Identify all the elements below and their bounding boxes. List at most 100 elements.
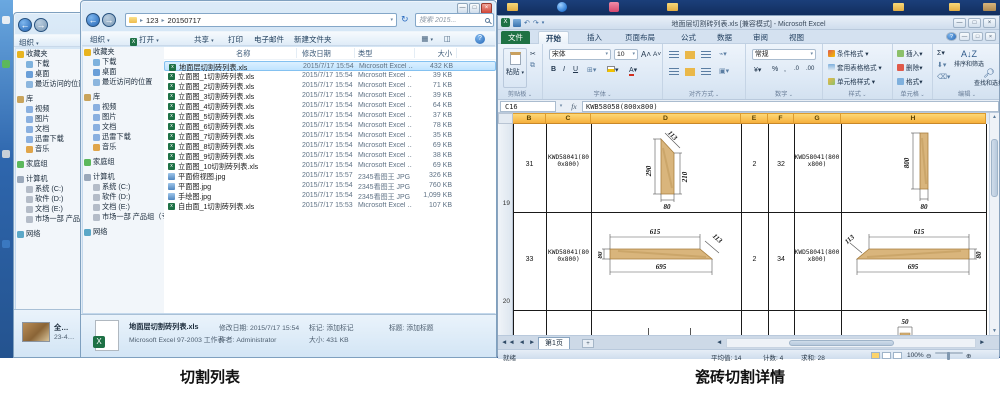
preview-pane-button[interactable]: ◫ <box>444 34 451 43</box>
scroll-up-icon[interactable]: ▲ <box>990 114 999 120</box>
sidebar-item[interactable]: 软件 (D:) <box>83 192 164 202</box>
breadcrumb-root[interactable]: 123 <box>146 16 159 25</box>
doc-close-button[interactable]: × <box>985 32 996 41</box>
name-box-dropdown-icon[interactable]: ▾ <box>556 103 566 109</box>
sidebar-item[interactable]: 最近访问的位置 <box>83 77 164 87</box>
column-divider[interactable] <box>354 48 355 58</box>
insert-cells-button[interactable]: 插入▾ <box>897 48 923 58</box>
file-row[interactable]: 自由面_1切割砖列表.xls 2015/7/17 15:53 Microsoft… <box>164 201 496 211</box>
search-input[interactable]: 搜索 2015... <box>415 13 494 27</box>
autosum-button[interactable]: Σ▾ <box>937 49 945 57</box>
find-select-button[interactable]: 🔎︎查找和选择 <box>971 68 1000 87</box>
sort-filter-button[interactable]: A↓Z排序和筛选 <box>951 49 987 68</box>
desktop-folder-icon[interactable] <box>507 3 518 11</box>
name-box[interactable]: C16 <box>500 101 556 112</box>
sidebar-item[interactable]: 桌面 <box>83 67 164 77</box>
cell-styles-button[interactable]: 单元格样式 ▾ <box>828 76 875 86</box>
fill-color-button[interactable]: ▾ <box>607 66 619 74</box>
align-bottom-icon[interactable] <box>701 51 713 61</box>
file-row[interactable]: 手绘图.jpg 2015/7/17 15:54 2345看图王 JPG ... … <box>164 191 496 201</box>
column-header-E[interactable]: E <box>741 113 768 124</box>
email-button[interactable]: 电子邮件 <box>254 34 284 45</box>
file-row[interactable]: 立面图_5切割砖列表.xls 2015/7/17 15:54 Microsoft… <box>164 111 496 121</box>
details-title[interactable]: 标题: 添加标题 <box>389 322 434 332</box>
sidebar-item[interactable]: 市场一部 产品组（专用） <box>16 214 85 224</box>
sidebar-item[interactable]: 收藏夹 <box>16 49 85 59</box>
share-button[interactable]: 共享 ▾ <box>194 34 214 45</box>
file-row[interactable]: 立面图_7切割砖列表.xls 2015/7/17 15:54 Microsoft… <box>164 131 496 141</box>
shrink-font-button[interactable]: A˅ <box>653 51 661 58</box>
desktop-folder-icon[interactable] <box>667 3 678 11</box>
desktop-folder-icon[interactable] <box>949 3 960 11</box>
file-row[interactable]: 立面图_9切割砖列表.xls 2015/7/17 15:54 Microsoft… <box>164 151 496 161</box>
increase-decimal-button[interactable]: .0 <box>794 66 799 72</box>
sidebar-item[interactable]: 文档 (E:) <box>16 204 85 214</box>
tab-page-layout[interactable]: 页面布局 <box>618 31 662 44</box>
vertical-scrollbar[interactable]: ▲ ▼ <box>989 113 999 335</box>
select-all-corner[interactable] <box>498 113 513 124</box>
desktop-icon[interactable] <box>2 150 10 158</box>
sidebar-item[interactable]: 家庭组 <box>16 159 85 169</box>
sidebar-item[interactable]: 图片 <box>83 112 164 122</box>
forward-button[interactable]: → <box>102 13 116 27</box>
scroll-left-icon[interactable]: ◄ <box>716 339 722 346</box>
align-center-icon[interactable] <box>685 68 697 78</box>
tab-insert[interactable]: 插入 <box>580 31 609 44</box>
font-size-select[interactable]: 10 ▾ <box>614 49 638 60</box>
fill-button[interactable]: ⬇▾ <box>937 61 946 69</box>
column-header-H[interactable]: H <box>841 113 986 124</box>
search-icon[interactable] <box>485 18 490 23</box>
sidebar-item[interactable]: 视频 <box>16 104 85 114</box>
row-header-19[interactable]: 19 <box>503 200 510 207</box>
sidebar-item[interactable]: 下载 <box>83 57 164 67</box>
clear-button[interactable]: ⌫▾ <box>937 73 950 81</box>
align-left-icon[interactable] <box>669 68 681 78</box>
orientation-button[interactable]: ⌁▾ <box>719 50 727 58</box>
column-header-date[interactable]: 修改日期 <box>302 49 331 59</box>
sidebar-item[interactable]: 网络 <box>83 227 164 237</box>
sidebar-item[interactable]: 计算机 <box>16 174 85 184</box>
column-header-C[interactable]: C <box>546 113 591 124</box>
sidebar-item[interactable]: 收藏夹 <box>83 47 164 57</box>
file-row[interactable]: 平面图.jpg 2015/7/17 15:54 2345看图王 JPG ... … <box>164 181 496 191</box>
tab-view[interactable]: 视图 <box>782 31 811 44</box>
column-header-F[interactable]: F <box>768 113 794 124</box>
sidebar-item[interactable]: 软件 (D:) <box>16 194 85 204</box>
scrollbar-thumb[interactable] <box>789 340 894 346</box>
insert-sheet-button[interactable]: + <box>582 339 594 348</box>
cell-no[interactable]: 33 <box>513 256 546 263</box>
sidebar-item[interactable]: 网络 <box>16 229 85 239</box>
doc-minimize-button[interactable]: — <box>959 32 970 41</box>
format-as-table-button[interactable]: 套用表格格式 ▾ <box>828 62 882 72</box>
spreadsheet-grid[interactable]: 19 20 31 KWD58041(800x800) <box>498 124 991 335</box>
details-tags[interactable]: 标记: 添加标记 <box>309 322 354 332</box>
scrollbar-thumb[interactable] <box>991 139 998 197</box>
sidebar-item[interactable]: 音乐 <box>83 142 164 152</box>
cell-qty[interactable]: 2 <box>741 256 768 263</box>
zoom-level[interactable]: 100% <box>907 352 924 359</box>
currency-button[interactable]: ¥▾ <box>754 66 761 74</box>
app-icon[interactable] <box>609 2 619 12</box>
page-layout-view-icon[interactable] <box>882 352 891 359</box>
column-header-name[interactable]: 名称 <box>236 49 250 59</box>
desktop-folder-icon[interactable] <box>893 3 904 11</box>
column-header-D[interactable]: D <box>591 113 741 124</box>
sidebar-item[interactable]: 文档 <box>83 122 164 132</box>
desktop-icon[interactable] <box>2 16 10 24</box>
organize-button[interactable]: 组织 ▾ <box>19 37 39 48</box>
decrease-decimal-button[interactable]: .00 <box>806 66 814 72</box>
copy-icon[interactable]: ⧉ <box>530 62 535 70</box>
file-row[interactable]: 立面图_8切割砖列表.xls 2015/7/17 15:54 Microsoft… <box>164 141 496 151</box>
address-bar[interactable]: ▸ 123 ▸ 20150717 ▾ <box>125 13 397 27</box>
sidebar-item[interactable]: 计算机 <box>83 172 164 182</box>
doc-restore-button[interactable]: □ <box>972 32 983 41</box>
zoom-slider-thumb[interactable] <box>947 352 950 360</box>
address-dropdown-icon[interactable]: ▾ <box>390 17 393 23</box>
tab-home[interactable]: 开始 <box>538 31 569 44</box>
cell-tile-code[interactable]: KWD58041(800x800) <box>548 154 589 168</box>
help-button[interactable]: ? <box>475 34 485 44</box>
desktop-icon[interactable] <box>2 240 10 248</box>
row-header-20[interactable]: 20 <box>503 298 510 305</box>
organize-button[interactable]: 组织 ▾ <box>90 34 110 45</box>
file-row[interactable]: 立面图_6切割砖列表.xls 2015/7/17 15:54 Microsoft… <box>164 121 496 131</box>
